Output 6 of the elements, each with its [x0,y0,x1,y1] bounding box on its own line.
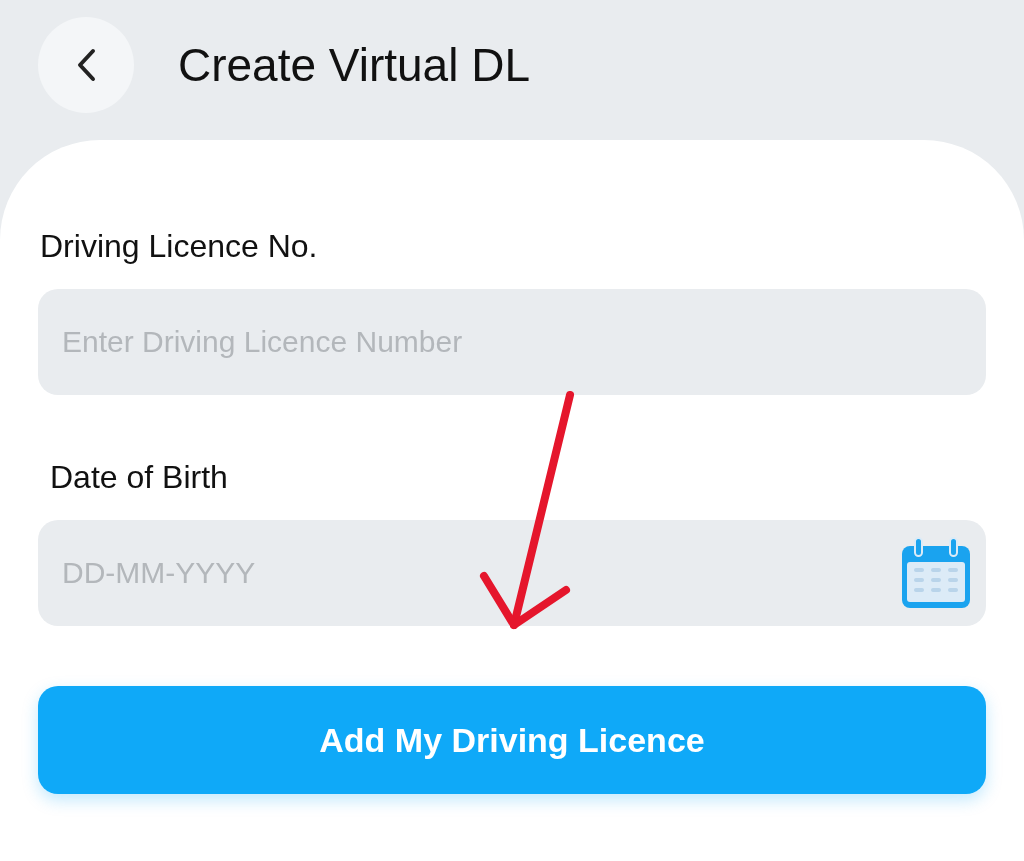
field-label: Date of Birth [50,459,229,496]
field-label: Driving Licence No. [40,228,319,265]
calendar-icon[interactable] [900,536,972,610]
screen-title: Create Virtual DL [178,38,530,92]
submit-button[interactable]: Add My Driving Licence [38,686,986,794]
back-icon [76,48,96,82]
